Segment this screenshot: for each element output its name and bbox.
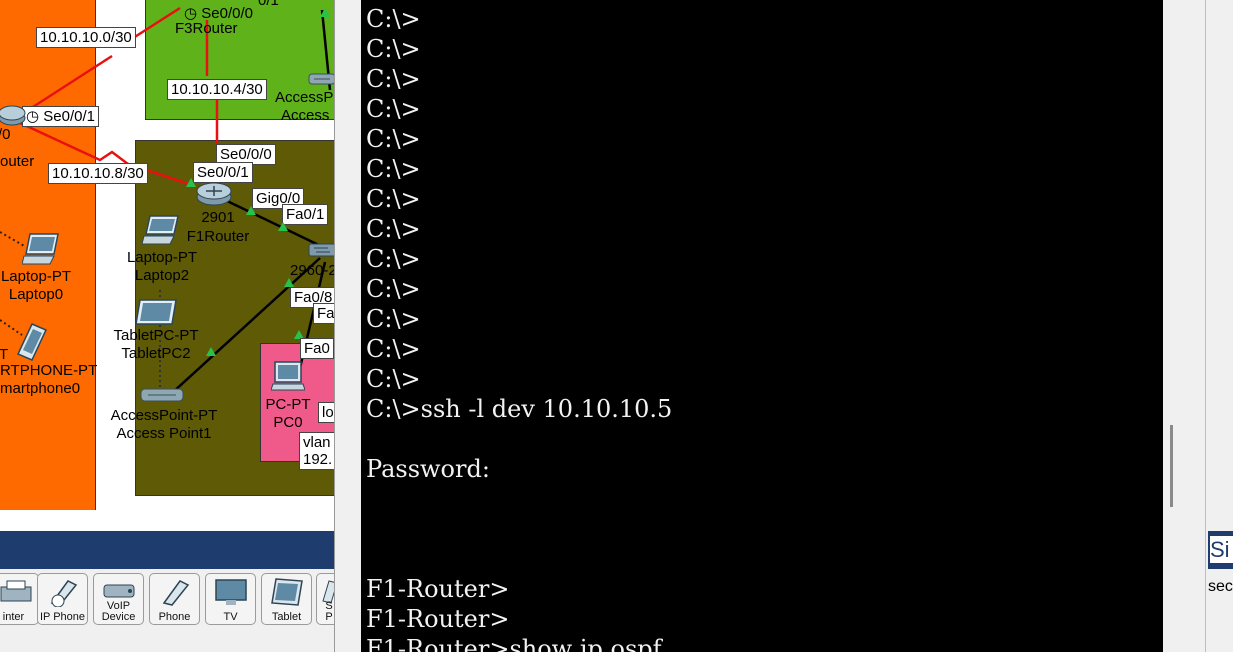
link-indicator [320, 8, 330, 17]
terminal-line: Password: [366, 455, 490, 483]
terminal-line: C:\> [366, 125, 421, 153]
terminal-scrollbar[interactable] [1163, 0, 1183, 652]
pc-note-ip: 192. [299, 450, 336, 470]
device-button-label: inter [2, 611, 25, 623]
right-panel-header: Si [1208, 531, 1233, 569]
access-point1-icon[interactable] [140, 385, 184, 405]
pc0-name-label: PC0 [273, 414, 303, 431]
terminal-scrollbar-thumb[interactable] [1170, 425, 1173, 507]
terminal-line: C:\> [366, 335, 421, 363]
pc0-icon[interactable] [271, 360, 305, 392]
device-button-label: Tablet [271, 611, 302, 623]
terminal-line: C:\> [366, 65, 421, 93]
access-point1-name-label: Access Point1 [116, 425, 212, 442]
link-indicator [246, 206, 256, 215]
left-router-icon[interactable] [0, 104, 26, 126]
f1-router-name-label: F1Router [186, 228, 250, 245]
left-router-label: outer [0, 153, 35, 170]
terminal-line: C:\> [366, 275, 421, 303]
device-button-voip-device[interactable]: VoIP Device [93, 573, 144, 625]
network-label-f3: 10.10.10.0/30 [36, 27, 136, 48]
switch-model-label: 2960-2 [290, 262, 337, 279]
device-button-label: Phone [158, 611, 191, 623]
terminal-line: C:\> [366, 95, 421, 123]
tabletpc2-type-label: TabletPC-PT [113, 327, 199, 344]
terminal-line: F1-Router>show ip ospf [366, 635, 662, 652]
link-indicator [284, 278, 294, 287]
laptop0-type-label: Laptop-PT [0, 268, 72, 285]
f1-router-icon[interactable] [196, 181, 232, 207]
f1-router-model-label: 2901 [201, 209, 235, 226]
right-panel-subtext: sec [1208, 578, 1233, 595]
left-port-se001-text: Se0/0/1 [43, 108, 95, 125]
terminal-line: C:\> [366, 35, 421, 63]
network-label-left: 10.10.10.8/30 [48, 163, 148, 184]
device-category-bar [0, 531, 340, 569]
right-panel-header-text: Si [1210, 536, 1233, 563]
smartphone-prefix-label: T [0, 346, 9, 363]
device-button-tv[interactable]: TV [205, 573, 256, 625]
f3-port-top-partial: 0/1 [258, 0, 279, 9]
left-port-partial: /0 [0, 126, 11, 143]
terminal-line: C:\> [366, 245, 421, 273]
device-button-label: IP Phone [39, 611, 86, 623]
device-button-label: TV [223, 611, 238, 623]
device-button-label: VoIP Device [101, 600, 136, 623]
f1-port-se001: Se0/0/1 [193, 162, 253, 183]
access-point-top-icon[interactable] [308, 70, 336, 86]
pc0-type-label: PC-PT [265, 396, 311, 413]
terminal-line: C:\> [366, 365, 421, 393]
terminal-line: C:\> [366, 155, 421, 183]
serial-link-f3-top [129, 6, 181, 42]
laptop0-name-label: Laptop0 [8, 286, 64, 303]
terminal-line: F1-Router> [366, 575, 510, 603]
laptop2-icon[interactable] [142, 214, 182, 246]
device-button-tablet[interactable]: Tablet [261, 573, 312, 625]
tabletpc2-icon[interactable] [134, 298, 178, 326]
laptop0-icon[interactable] [22, 232, 62, 266]
device-button-phone[interactable]: Phone [149, 573, 200, 625]
device-button-printer[interactable]: inter [0, 573, 39, 625]
ap-top-type-label: AccessP [275, 89, 334, 106]
access-point1-type-label: AccessPoint-PT [110, 407, 218, 424]
terminal-line: C:\>ssh -l dev 10.10.10.5 [366, 395, 673, 423]
terminal-line: C:\> [366, 5, 421, 33]
tablet-icon [271, 578, 303, 606]
ip-phone-icon [50, 580, 78, 607]
f3-router-label: F3Router [175, 20, 238, 37]
switch-2960-icon[interactable] [308, 240, 334, 260]
terminal-line: C:\> [366, 305, 421, 333]
smartphone0-type-label: RTPHONE-PT [0, 362, 98, 379]
laptop2-type-label: Laptop-PT [126, 249, 198, 266]
ap-top-name-label: Access [281, 107, 330, 124]
terminal-line: C:\> [366, 215, 421, 243]
command-prompt-terminal[interactable]: C:\> C:\> C:\> C:\> C:\> C:\> C:\> C:\> … [361, 0, 1163, 652]
printer-icon [0, 580, 32, 602]
terminal-line: F1-Router> [366, 605, 510, 633]
link-indicator [278, 222, 288, 231]
pc-port-fa0: Fa0 [300, 338, 334, 359]
tv-icon [215, 579, 247, 605]
device-button-ip-phone[interactable]: IP Phone [37, 573, 88, 625]
left-port-se001: ◷ Se0/0/1 [22, 106, 99, 127]
tabletpc2-name-label: TabletPC2 [121, 345, 191, 362]
laptop2-name-label: Laptop2 [134, 267, 190, 284]
terminal-output: C:\> C:\> C:\> C:\> C:\> C:\> C:\> C:\> … [366, 4, 672, 652]
link-indicator [206, 347, 216, 356]
link-indicator [186, 178, 196, 187]
phone-icon [162, 580, 190, 606]
switch-port-fa01: Fa0/1 [282, 204, 329, 225]
smartphone0-icon[interactable] [14, 322, 48, 362]
network-label-f3-f1: 10.10.10.4/30 [167, 79, 267, 100]
terminal-line: C:\> [366, 185, 421, 213]
smartphone0-name-label: martphone0 [0, 380, 81, 397]
